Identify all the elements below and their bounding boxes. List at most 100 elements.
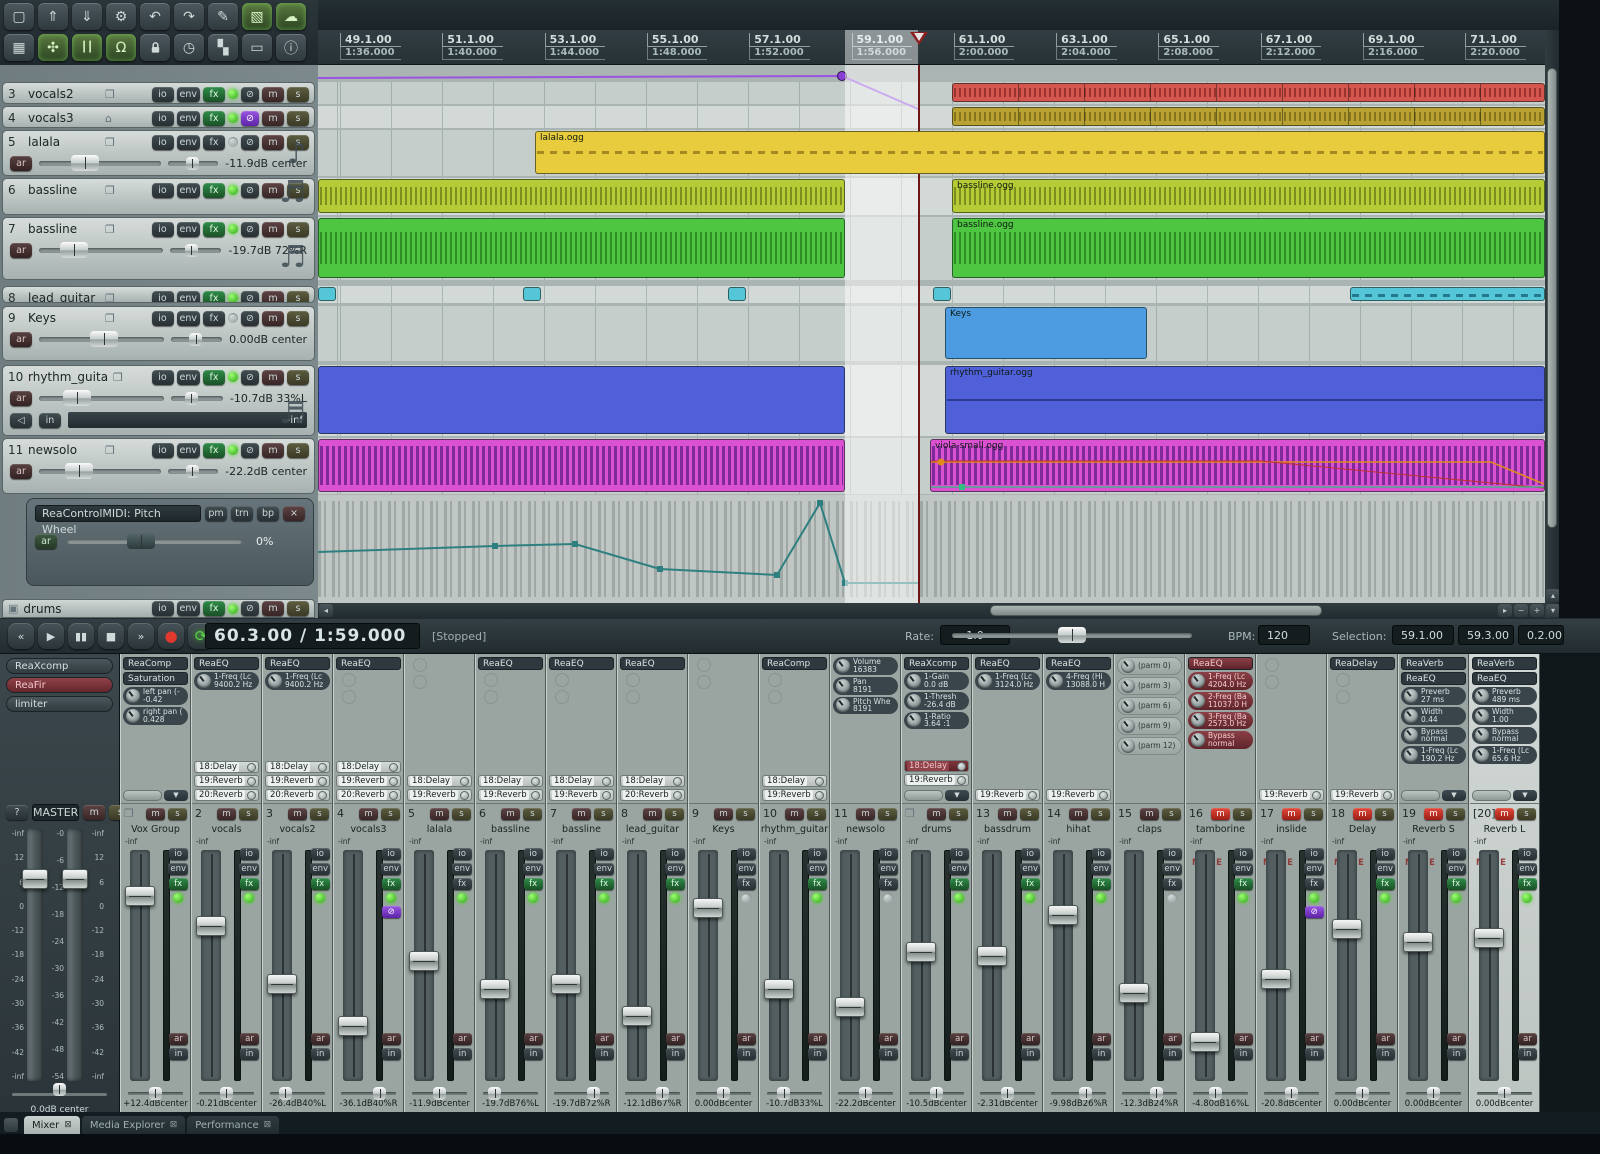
solo-button[interactable]: s	[287, 111, 309, 126]
send-knob[interactable]	[602, 777, 611, 786]
fx-button[interactable]: fx	[1518, 878, 1537, 890]
io-button[interactable]: io	[152, 87, 174, 102]
input-button[interactable]: in	[595, 1048, 614, 1060]
new-project-button[interactable]: ▢	[4, 3, 34, 30]
selection-length-field[interactable]: 0.2.00	[1518, 625, 1564, 645]
fx-param-knob[interactable]: Width0.44	[1401, 707, 1466, 725]
fx-button[interactable]: fx	[666, 878, 685, 890]
io-button[interactable]: io	[311, 848, 330, 860]
env-button[interactable]: env	[177, 111, 201, 126]
fx-param-knob[interactable]: (parm 9)	[1117, 717, 1182, 735]
undo-button[interactable]: ↶	[140, 3, 170, 30]
io-button[interactable]: io	[1447, 848, 1466, 860]
arm-button[interactable]: ar	[240, 1033, 259, 1045]
pan-slider[interactable]	[126, 1086, 185, 1099]
arrange-view[interactable]: lalala.oggbassline.oggbassline.oggKeysrh…	[318, 65, 1545, 603]
solo-button[interactable]: s	[1020, 808, 1039, 820]
mute-button[interactable]: m	[1211, 808, 1230, 820]
phase-button[interactable]: ⊘	[241, 87, 259, 102]
input-button[interactable]: in	[1234, 1048, 1253, 1060]
send-slot[interactable]: 19:Reverb	[762, 789, 827, 801]
fx-param-knob[interactable]: 1-Freq (Lc4204.0 Hz	[1188, 672, 1253, 690]
pan-slider[interactable]	[978, 1086, 1037, 1099]
fx-slot[interactable]: ReaComp	[762, 657, 827, 670]
fx-param-knob[interactable]: 1-Freq (Lc3124.0 Hz	[975, 672, 1040, 690]
arm-button[interactable]: ar	[10, 391, 32, 406]
send-slot[interactable]: 18:Delay	[620, 775, 685, 787]
track-name[interactable]: lead_guitar	[28, 291, 100, 303]
send-knob[interactable]	[247, 763, 256, 772]
input-button[interactable]: in	[240, 1048, 259, 1060]
mute-button[interactable]: m	[856, 808, 875, 820]
solo-button[interactable]: s	[1304, 808, 1323, 820]
solo-button[interactable]: s	[1162, 808, 1181, 820]
vscroll-thumb[interactable]	[1547, 68, 1557, 528]
env-button[interactable]: env	[177, 311, 201, 326]
env-button[interactable]: env	[1091, 863, 1111, 875]
arm-button[interactable]: ar	[595, 1033, 614, 1045]
env-button[interactable]: env	[878, 863, 898, 875]
pan-slider[interactable]	[339, 1086, 398, 1099]
solo-button[interactable]: s	[1233, 808, 1252, 820]
mute-button[interactable]: m	[643, 808, 662, 820]
redo-button[interactable]: ↷	[174, 3, 204, 30]
input-button[interactable]: in	[808, 1048, 827, 1060]
io-button[interactable]: io	[1376, 848, 1395, 860]
track-panel-vocals2[interactable]: 3vocals2❐ioenvfx⊘ms	[2, 82, 315, 104]
mixer-strip-reverb-l[interactable]: ReaVerbReaEQPreverb489 msWidth1.00Bypass…	[1469, 654, 1540, 1112]
track-name[interactable]: vocals2	[28, 87, 100, 101]
pan-slider[interactable]	[170, 248, 221, 253]
send-slot[interactable]: 19:Reverb	[549, 789, 614, 801]
input-button[interactable]: in	[453, 1048, 472, 1060]
env-button[interactable]: env	[1446, 863, 1466, 875]
mute-button[interactable]: m	[785, 808, 804, 820]
io-button[interactable]: io	[1163, 848, 1182, 860]
solo-button[interactable]: s	[310, 808, 329, 820]
pan-slider[interactable]	[1191, 1086, 1250, 1099]
close-tab-icon[interactable]: ⊠	[64, 1120, 72, 1130]
envelope-slider-handle[interactable]	[127, 533, 155, 549]
track-name[interactable]: drums	[23, 602, 95, 616]
tab-performance[interactable]: Performance⊠	[187, 1116, 279, 1134]
mute-button[interactable]: m	[262, 222, 284, 237]
fx-button[interactable]: fx	[595, 878, 614, 890]
master-fx-slot[interactable]: ReaXcomp	[6, 658, 113, 674]
send-knob[interactable]	[318, 791, 327, 800]
fx-slot[interactable]: ReaEQ	[1401, 672, 1466, 685]
strip-name[interactable]: drums	[902, 823, 971, 836]
pan-slider[interactable]	[410, 1086, 469, 1099]
fx-button[interactable]: fx	[950, 878, 969, 890]
strip-name[interactable]: bassline	[547, 823, 616, 836]
mixer-strip-vocals3[interactable]: ReaEQ18:Delay19:Reverb20:Reverb4msvocals…	[333, 654, 404, 1112]
mixer-strip-bassline[interactable]: ReaEQ18:Delay19:Reverb7msbassline-infioe…	[546, 654, 617, 1112]
fader-handle[interactable]	[1261, 969, 1291, 989]
master-pan-slider[interactable]	[6, 1087, 113, 1101]
io-button[interactable]: io	[666, 848, 685, 860]
send-knob[interactable]	[531, 777, 540, 786]
send-knob[interactable]	[247, 791, 256, 800]
mixer-layout-button[interactable]: ▚	[208, 34, 238, 61]
tab-media-explorer[interactable]: Media Explorer⊠	[82, 1116, 185, 1134]
pan-handle[interactable]	[1285, 1087, 1298, 1100]
fx-param-knob[interactable]: (parm 3)	[1117, 677, 1182, 695]
mixer-strip-drums[interactable]: ReaXcomp1-Gain0.0 dB1-Thresh-26.4 dB1-Ra…	[901, 654, 972, 1112]
fx-slot[interactable]: ReaEQ	[194, 657, 259, 670]
env-button[interactable]: env	[310, 863, 330, 875]
pan-handle[interactable]	[859, 1087, 872, 1100]
fx-button[interactable]: fx	[1234, 878, 1253, 890]
volume-fader[interactable]	[1266, 850, 1286, 1081]
ruler-button[interactable]: ▭	[242, 34, 272, 61]
pan-handle[interactable]	[1001, 1087, 1014, 1100]
grid-button[interactable]: ▦	[4, 34, 34, 61]
strip-name[interactable]: inslide	[1257, 823, 1326, 836]
arm-button[interactable]: ar	[10, 243, 32, 258]
volume-fader[interactable]	[1124, 850, 1144, 1081]
io-button[interactable]: io	[152, 291, 174, 304]
fx-param-knob[interactable]: Volume16383	[833, 657, 898, 675]
mute-button[interactable]: m	[262, 311, 284, 326]
close-tab-icon[interactable]: ⊠	[264, 1120, 272, 1130]
track-name[interactable]: rhythm_guita	[28, 370, 108, 384]
env-button[interactable]: env	[168, 863, 188, 875]
solo-button[interactable]: s	[1091, 808, 1110, 820]
arm-envelope-button[interactable]: ar	[35, 534, 57, 549]
